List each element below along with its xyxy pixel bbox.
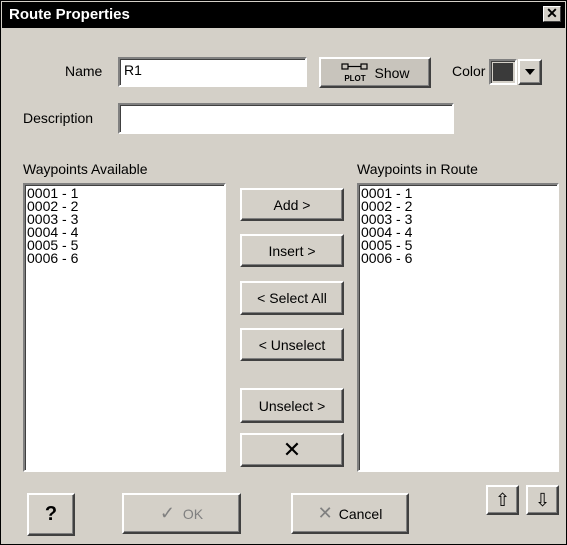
list-item[interactable]: 0006 - 6 — [27, 251, 222, 265]
show-button[interactable]: PLOT Show — [319, 57, 431, 88]
color-dropdown-button[interactable] — [518, 59, 542, 85]
waypoints-in-route-list[interactable]: 0001 - 1 0002 - 2 0003 - 3 0004 - 4 0005… — [357, 183, 559, 472]
delete-icon: ✕ — [282, 437, 302, 462]
arrow-up-icon: ⇧ — [494, 489, 511, 510]
cancel-button[interactable]: ✕ Cancel — [291, 493, 409, 534]
checkmark-icon: ✓ — [159, 503, 175, 523]
list-item[interactable]: 0006 - 6 — [361, 251, 555, 265]
cancel-icon: ✕ — [317, 503, 333, 523]
description-input[interactable] — [118, 103, 454, 134]
delete-button[interactable]: ✕ — [240, 433, 344, 467]
select-all-button[interactable]: < Select All — [240, 281, 344, 315]
show-button-label: Show — [374, 64, 410, 81]
close-icon[interactable]: ✕ — [543, 6, 561, 22]
cancel-button-label: Cancel — [338, 505, 383, 522]
window-title: Route Properties — [9, 6, 130, 23]
route-properties-dialog: Route Properties ✕ Name R1 PLOT Show Col… — [0, 0, 567, 545]
chevron-down-icon — [525, 69, 535, 75]
color-label: Color — [452, 63, 486, 79]
ok-button[interactable]: ✓ OK — [122, 493, 241, 534]
waypoints-in-route-label: Waypoints in Route — [357, 161, 478, 177]
description-label: Description — [23, 110, 94, 126]
unselect-left-button[interactable]: < Unselect — [240, 328, 344, 361]
insert-button[interactable]: Insert > — [240, 234, 344, 267]
unselect-right-button[interactable]: Unselect > — [240, 388, 344, 423]
color-swatch-fill — [493, 63, 513, 81]
help-icon: ? — [44, 503, 58, 525]
plot-icon: PLOT — [341, 62, 369, 83]
move-up-button[interactable]: ⇧ — [486, 485, 519, 515]
arrow-down-icon: ⇩ — [534, 489, 551, 510]
ok-button-label: OK — [182, 505, 204, 522]
name-input[interactable]: R1 — [118, 57, 307, 87]
help-button[interactable]: ? — [27, 493, 75, 536]
move-down-button[interactable]: ⇩ — [526, 485, 559, 515]
waypoints-available-list[interactable]: 0001 - 1 0002 - 2 0003 - 3 0004 - 4 0005… — [23, 183, 226, 472]
title-bar[interactable]: Route Properties ✕ — [2, 2, 565, 28]
add-button[interactable]: Add > — [240, 188, 344, 221]
plot-icon-text: PLOT — [345, 74, 366, 83]
name-label: Name — [65, 63, 103, 79]
waypoints-available-label: Waypoints Available — [23, 161, 148, 177]
color-swatch[interactable] — [489, 59, 517, 85]
